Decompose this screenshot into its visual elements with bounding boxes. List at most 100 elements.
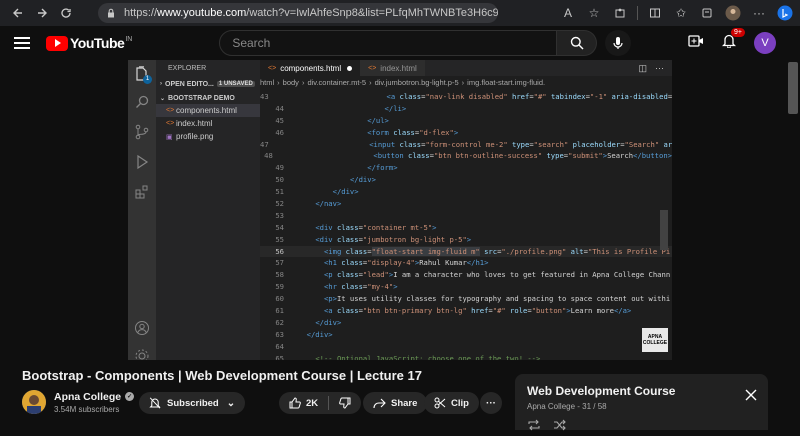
extension-puzzle-icon[interactable] <box>611 4 629 22</box>
code-line[interactable]: 59 <hr class="my-4"> <box>260 281 672 293</box>
read-aloud-icon[interactable]: A <box>559 4 577 22</box>
collections-icon[interactable] <box>698 4 716 22</box>
breadcrumb-item[interactable]: div.container.mt-5 <box>307 78 366 87</box>
reload-icon[interactable] <box>54 1 78 25</box>
channel-info: Apna College ✓ 3.54M subscribers <box>22 390 135 414</box>
code-line[interactable]: 45 </ul> <box>260 115 672 127</box>
close-icon[interactable] <box>744 388 758 402</box>
settings-more-icon[interactable]: ··· <box>750 4 768 22</box>
line-number: 43 <box>260 92 269 101</box>
like-button[interactable]: 2K <box>279 392 328 414</box>
code-line[interactable]: 63 </div> <box>260 329 672 341</box>
code-line[interactable]: 65 <!-- Optional JavaScript; choose one … <box>260 353 672 360</box>
code-line[interactable]: 46 <form class="d-flex"> <box>260 127 672 139</box>
run-debug-icon[interactable] <box>134 154 150 170</box>
file-item[interactable]: <> components.html <box>156 104 260 117</box>
address-bar[interactable]: https://www.youtube.com/watch?v=IwlAhfeS… <box>98 3 498 23</box>
breadcrumb-item[interactable]: div.jumbotron.bg-light.p-5 <box>375 78 459 87</box>
source-control-icon[interactable] <box>134 124 150 140</box>
clip-button[interactable]: Clip <box>424 392 479 414</box>
code-line[interactable]: 60 <p>It uses utility classes for typogr… <box>260 293 672 305</box>
code-text: <p class="lead">I am a character who lov… <box>323 270 671 280</box>
code-line[interactable]: 62 </div> <box>260 317 672 329</box>
breadcrumb: html › body › div.container.mt-5 › div.jumb… <box>260 78 546 87</box>
youtube-logo[interactable]: YouTube IN <box>46 35 132 51</box>
dislike-button[interactable] <box>329 392 361 414</box>
bing-icon[interactable] <box>776 4 794 22</box>
split-screen-icon[interactable] <box>646 4 664 22</box>
profile-avatar-icon[interactable] <box>724 4 742 22</box>
notifications-button[interactable]: 9+ <box>721 28 745 53</box>
subscribed-button[interactable]: Subscribed ⌄ <box>139 392 246 414</box>
code-area[interactable]: 43 <a class="nav-link disabled" href="#"… <box>260 91 672 360</box>
project-section[interactable]: ⌄ BOOTSTRAP DEMO <box>156 92 260 104</box>
code-line[interactable]: 48 <button class="btn btn-outline-succes… <box>260 150 672 162</box>
breadcrumb-item[interactable]: body <box>283 78 299 87</box>
code-text: </form> <box>367 163 398 173</box>
chevron-right-icon: › <box>160 81 162 87</box>
code-line[interactable]: 51 </div> <box>260 186 672 198</box>
page-scrollbar[interactable] <box>788 62 798 114</box>
editor-scrollbar[interactable] <box>660 210 668 250</box>
line-number: 51 <box>275 187 284 197</box>
playlist-title[interactable]: Web Development Course <box>527 384 675 398</box>
favorite-star-icon[interactable]: ☆ <box>585 4 603 22</box>
search-icon[interactable] <box>134 94 150 110</box>
shuffle-icon[interactable] <box>553 418 567 431</box>
code-text: <div class="jumbotron bg-light p-5"> <box>315 234 472 244</box>
code-line[interactable]: 61 <a class="btn btn-primary btn-lg" hre… <box>260 305 672 317</box>
extensions-icon[interactable] <box>134 184 150 200</box>
code-line[interactable]: 44 </li> <box>260 103 672 115</box>
thumbs-up-icon <box>289 397 301 409</box>
code-line[interactable]: 54 <div class="container mt-5"> <box>260 222 672 234</box>
youtube-play-icon <box>46 35 68 51</box>
line-number: 63 <box>275 329 284 339</box>
code-text: </div> <box>349 175 376 185</box>
voice-search-button[interactable] <box>605 30 632 56</box>
code-line[interactable]: 55 <div class="jumbotron bg-light p-5"> <box>260 234 672 246</box>
more-actions-button[interactable]: ··· <box>480 392 502 414</box>
account-icon[interactable] <box>134 320 150 336</box>
channel-name[interactable]: Apna College <box>54 391 121 403</box>
line-number: 65 <box>275 353 284 360</box>
code-line[interactable]: 64 <box>260 341 672 353</box>
file-item[interactable]: <> index.html <box>156 117 260 130</box>
more-actions-icon[interactable]: ··· <box>655 63 664 73</box>
code-line[interactable]: 47 <input class="form-control me-2" type… <box>260 139 672 151</box>
explorer-files-icon[interactable]: 1 <box>134 66 152 84</box>
manage-gear-icon[interactable] <box>134 348 150 360</box>
forward-icon[interactable] <box>30 1 54 25</box>
channel-avatar[interactable] <box>22 390 46 414</box>
loop-icon[interactable] <box>527 418 541 431</box>
tab-index-html[interactable]: <> index.html <box>360 60 425 76</box>
account-avatar[interactable]: V <box>754 32 776 54</box>
code-line[interactable]: 49 </form> <box>260 162 672 174</box>
split-editor-icon[interactable]: ◫ <box>638 63 647 74</box>
create-video-icon[interactable] <box>688 34 704 53</box>
code-text: <button class="btn btn-outline-success" … <box>373 151 672 161</box>
line-number: 44 <box>275 103 284 113</box>
menu-icon[interactable] <box>14 37 30 49</box>
file-item[interactable]: ▣ profile.png <box>156 130 260 143</box>
share-button[interactable]: Share <box>363 392 428 414</box>
code-line[interactable]: 43 <a class="nav-link disabled" href="#"… <box>260 91 672 103</box>
code-text: <img class="float-start img-fluid m" src… <box>323 246 671 256</box>
code-text: </div> <box>315 317 342 327</box>
back-icon[interactable] <box>6 1 30 25</box>
breadcrumb-item[interactable]: img.float-start.img-fluid. <box>467 78 545 87</box>
line-number: 49 <box>275 163 284 173</box>
code-line[interactable]: 50 </div> <box>260 174 672 186</box>
code-line[interactable]: 53 <box>260 210 672 222</box>
search-input[interactable]: Search <box>219 30 558 56</box>
code-line[interactable]: 56 <img class="float-start img-fluid m" … <box>260 245 672 258</box>
url-host: www.youtube.com <box>157 7 247 19</box>
tab-components-html[interactable]: <> components.html <box>260 60 361 76</box>
code-line[interactable]: 58 <p class="lead">I am a character who … <box>260 269 672 281</box>
code-line[interactable]: 52 </nav> <box>260 198 672 210</box>
video-player[interactable]: 1 EXPLORER › OPEN EDITO... 1 UNSAVED ⌄ B… <box>128 60 672 360</box>
breadcrumb-item[interactable]: html <box>260 78 274 87</box>
code-line[interactable]: 57 <h1 class="display-4">Rahul Kumar</h1… <box>260 257 672 269</box>
search-button[interactable] <box>557 30 598 56</box>
favorites-icon[interactable]: ✩ <box>672 4 690 22</box>
open-editors-section[interactable]: › OPEN EDITO... 1 UNSAVED <box>156 78 260 90</box>
